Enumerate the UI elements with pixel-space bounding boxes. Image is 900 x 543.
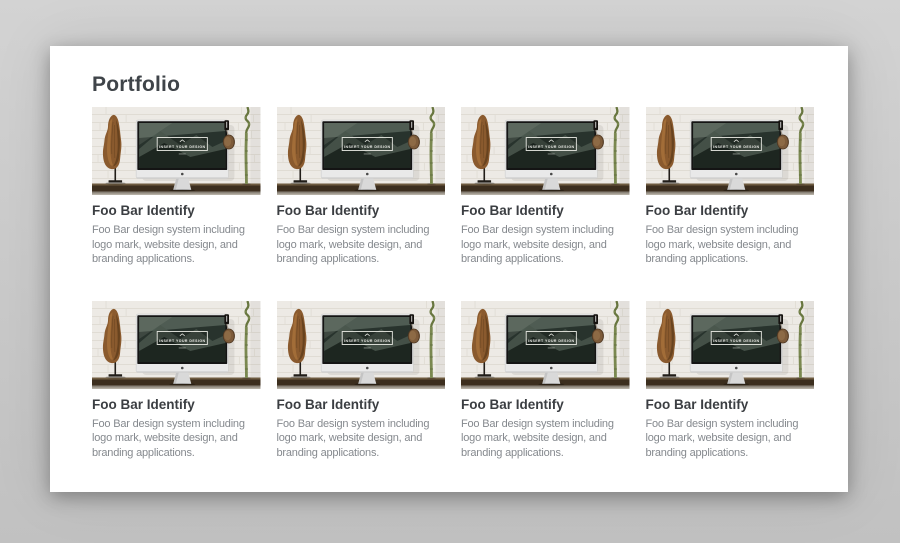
- portfolio-card[interactable]: INSERT YOUR DESIGN: [92, 301, 261, 461]
- portfolio-item-title[interactable]: Foo Bar Identify: [277, 397, 446, 413]
- apple-logo-icon: [181, 173, 184, 176]
- portfolio-item-title[interactable]: Foo Bar Identify: [646, 397, 815, 413]
- portfolio-item-description: Foo Bar design system including logo mar…: [461, 417, 630, 461]
- imac-mockup-image: INSERT YOUR DESIGN: [277, 107, 446, 195]
- content-card: Portfolio: [50, 46, 848, 492]
- imac-mockup-image: INSERT YOUR DESIGN: [92, 107, 261, 195]
- portfolio-thumbnail[interactable]: INSERT YOUR DESIGN: [92, 301, 261, 389]
- apple-logo-icon: [365, 366, 368, 369]
- portfolio-item-description: Foo Bar design system including logo mar…: [92, 417, 261, 461]
- portfolio-item-description: Foo Bar design system including logo mar…: [92, 223, 261, 267]
- screen-placeholder-text: INSERT YOUR DESIGN: [528, 145, 574, 149]
- imac-mockup-image: INSERT YOUR DESIGN: [461, 301, 630, 389]
- apple-logo-icon: [365, 173, 368, 176]
- portfolio-thumbnail[interactable]: INSERT YOUR DESIGN: [461, 107, 630, 195]
- screen-placeholder-text: INSERT YOUR DESIGN: [713, 338, 759, 342]
- imac-mockup-image: INSERT YOUR DESIGN: [277, 301, 446, 389]
- portfolio-grid: INSERT YOUR DESIGN: [92, 107, 818, 460]
- apple-logo-icon: [550, 173, 553, 176]
- screen-placeholder-text: INSERT YOUR DESIGN: [159, 145, 205, 149]
- content-area: Portfolio: [50, 46, 848, 460]
- imac-mockup-image: INSERT YOUR DESIGN: [646, 301, 815, 389]
- screen-placeholder-text: INSERT YOUR DESIGN: [344, 145, 390, 149]
- portfolio-thumbnail[interactable]: INSERT YOUR DESIGN: [277, 301, 446, 389]
- screen-placeholder-text: INSERT YOUR DESIGN: [344, 338, 390, 342]
- portfolio-item-title[interactable]: Foo Bar Identify: [92, 203, 261, 219]
- imac-mockup-image: INSERT YOUR DESIGN: [646, 107, 815, 195]
- portfolio-card[interactable]: INSERT YOUR DESIGN: [92, 107, 261, 267]
- imac-mockup-image: INSERT YOUR DESIGN: [92, 301, 261, 389]
- portfolio-thumbnail[interactable]: INSERT YOUR DESIGN: [461, 301, 630, 389]
- apple-logo-icon: [181, 366, 184, 369]
- screen-placeholder-text: INSERT YOUR DESIGN: [713, 145, 759, 149]
- screen-placeholder-text: INSERT YOUR DESIGN: [528, 338, 574, 342]
- apple-logo-icon: [550, 366, 553, 369]
- portfolio-thumbnail[interactable]: INSERT YOUR DESIGN: [277, 107, 446, 195]
- portfolio-item-description: Foo Bar design system including logo mar…: [646, 223, 815, 267]
- portfolio-card[interactable]: INSERT YOUR DESIGN: [646, 107, 815, 267]
- portfolio-item-description: Foo Bar design system including logo mar…: [277, 417, 446, 461]
- page-title: Portfolio: [92, 73, 818, 97]
- portfolio-item-description: Foo Bar design system including logo mar…: [646, 417, 815, 461]
- portfolio-thumbnail[interactable]: INSERT YOUR DESIGN: [646, 301, 815, 389]
- portfolio-item-title[interactable]: Foo Bar Identify: [461, 203, 630, 219]
- portfolio-item-description: Foo Bar design system including logo mar…: [277, 223, 446, 267]
- portfolio-card[interactable]: INSERT YOUR DESIGN: [461, 107, 630, 267]
- apple-logo-icon: [734, 173, 737, 176]
- portfolio-item-title[interactable]: Foo Bar Identify: [646, 203, 815, 219]
- portfolio-card[interactable]: INSERT YOUR DESIGN: [461, 301, 630, 461]
- portfolio-item-title[interactable]: Foo Bar Identify: [277, 203, 446, 219]
- apple-logo-icon: [734, 366, 737, 369]
- screen-placeholder-text: INSERT YOUR DESIGN: [159, 338, 205, 342]
- imac-mockup-image: INSERT YOUR DESIGN: [461, 107, 630, 195]
- portfolio-thumbnail[interactable]: INSERT YOUR DESIGN: [92, 107, 261, 195]
- portfolio-item-description: Foo Bar design system including logo mar…: [461, 223, 630, 267]
- portfolio-item-title[interactable]: Foo Bar Identify: [92, 397, 261, 413]
- portfolio-card[interactable]: INSERT YOUR DESIGN: [277, 301, 446, 461]
- portfolio-card[interactable]: INSERT YOUR DESIGN: [646, 301, 815, 461]
- portfolio-card[interactable]: INSERT YOUR DESIGN: [277, 107, 446, 267]
- portfolio-thumbnail[interactable]: INSERT YOUR DESIGN: [646, 107, 815, 195]
- portfolio-item-title[interactable]: Foo Bar Identify: [461, 397, 630, 413]
